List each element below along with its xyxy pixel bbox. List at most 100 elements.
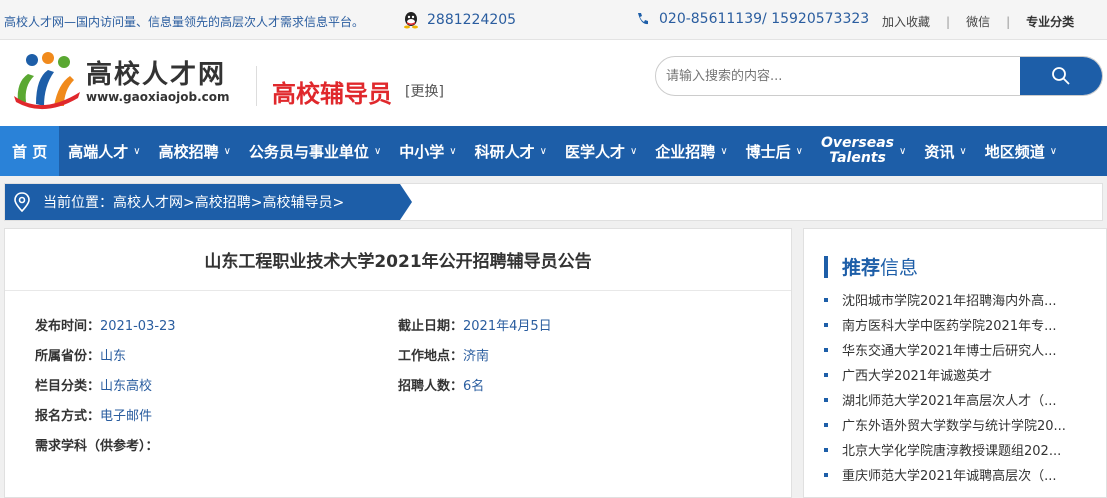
- major-label: 需求学科（供参考）：: [35, 439, 159, 454]
- nav-label: 高端人才: [68, 142, 129, 161]
- apply-method-value: 电子邮件: [100, 409, 153, 424]
- nav-enterprise-recruitment[interactable]: 企业招聘 ∨: [646, 126, 736, 176]
- list-item[interactable]: 重庆师范大学2021年诚聘高层次（...: [824, 462, 1066, 487]
- nav-label: 博士后: [745, 142, 791, 161]
- nav-label-line1: Overseas: [820, 135, 895, 151]
- nav-overseas-talents[interactable]: Overseas Talents ∨: [812, 126, 915, 176]
- location-value[interactable]: 济南: [463, 349, 489, 364]
- nav-label: 资讯: [924, 142, 955, 161]
- phone-icon: [638, 13, 648, 25]
- list-item-text: 广西大学2021年诚邀英才: [842, 369, 993, 384]
- bullet-icon: [824, 297, 828, 302]
- nav-label: 高校招聘: [158, 142, 219, 161]
- heading-marker: [824, 255, 828, 278]
- list-item-text: 沈阳城市学院2021年招聘海内外高...: [842, 294, 1057, 309]
- bullet-icon: [824, 372, 828, 377]
- nav-home[interactable]: 首 页: [0, 126, 60, 176]
- apply-method-row: 报名方式：电子邮件: [35, 405, 152, 424]
- chevron-down-icon: ∨: [720, 145, 728, 157]
- publish-date-value: 2021-03-23: [100, 319, 176, 334]
- breadcrumb: 当前位置：高校人才网>高校招聘>高校辅导员>: [4, 183, 1103, 221]
- list-item-text: 北京大学化学院唐淳教授课题组202...: [842, 444, 1062, 459]
- search-input[interactable]: [656, 57, 1020, 95]
- heading-rest: 信息: [880, 257, 919, 279]
- search-button[interactable]: [1020, 57, 1102, 95]
- article-panel: 山东工程职业技术大学2021年公开招聘辅导员公告 发布时间：2021-03-23…: [4, 228, 792, 498]
- nav-label: 企业招聘: [655, 142, 716, 161]
- list-item[interactable]: 湖北师范大学2021年高层次人才（...: [824, 387, 1066, 412]
- search-box: [655, 56, 1103, 96]
- site-logo[interactable]: 高校人才网 www.gaoxiaojob.com: [12, 52, 230, 112]
- publish-date-row: 发布时间：2021-03-23: [35, 315, 176, 334]
- add-favorite-link[interactable]: 加入收藏: [882, 13, 930, 30]
- site-header: 高校人才网 www.gaoxiaojob.com 高校辅导员 [更换]: [0, 40, 1107, 126]
- list-item[interactable]: 南方医科大学中医药学院2021年专...: [824, 312, 1066, 337]
- nav-regional-channel[interactable]: 地区频道 ∨: [976, 126, 1066, 176]
- logo-url: www.gaoxiaojob.com: [86, 90, 230, 104]
- nav-medical-talent[interactable]: 医学人才 ∨: [556, 126, 646, 176]
- nav-university-recruitment[interactable]: 高校招聘 ∨: [150, 126, 240, 176]
- list-item[interactable]: 沈阳城市学院2021年招聘海内外高...: [824, 287, 1066, 312]
- list-item-text: 广东外语外贸大学数学与统计学院20...: [842, 419, 1066, 434]
- breadcrumb-text[interactable]: 当前位置：高校人才网>高校招聘>高校辅导员>: [43, 192, 344, 212]
- top-bar: 高校人才网—国内访问量、信息量领先的高层次人才需求信息平台。 288122420…: [0, 0, 1107, 40]
- phone-number[interactable]: 020-85611139/ 15920573323: [659, 11, 869, 27]
- header-divider: [256, 66, 257, 106]
- list-item[interactable]: 广西大学2021年诚邀英才: [824, 362, 1066, 387]
- nav-news[interactable]: 资讯 ∨: [915, 126, 975, 176]
- category-row: 栏目分类：山东高校: [35, 375, 152, 394]
- list-item[interactable]: 广东外语外贸大学数学与统计学院20...: [824, 412, 1066, 437]
- logo-title: 高校人才网: [86, 60, 227, 90]
- qq-icon: [404, 12, 418, 29]
- headcount-row: 招聘人数：6名: [398, 375, 484, 394]
- heading-strong: 推荐: [842, 257, 881, 279]
- nav-label-line2: Talents: [829, 150, 886, 166]
- category-label: 栏目分类：: [35, 379, 101, 394]
- nav-label: 医学人才: [564, 142, 625, 161]
- nav-civil-service[interactable]: 公务员与事业单位 ∨: [240, 126, 390, 176]
- nav-label: 公务员与事业单位: [248, 142, 369, 161]
- list-item-text: 华东交通大学2021年博士后研究人...: [842, 344, 1057, 359]
- chevron-down-icon: ∨: [539, 145, 547, 157]
- major-row: 需求学科（供参考）：: [35, 435, 159, 454]
- nav-k12[interactable]: 中小学 ∨: [390, 126, 465, 176]
- deadline-row: 截止日期：2021年4月5日: [398, 315, 552, 334]
- bullet-icon: [824, 422, 828, 427]
- major-category-link[interactable]: 专业分类: [1026, 13, 1074, 30]
- chevron-down-icon: ∨: [959, 145, 967, 157]
- list-item[interactable]: 华东交通大学2021年博士后研究人...: [824, 337, 1066, 362]
- province-row: 所属省份：山东: [35, 345, 126, 364]
- bullet-icon: [824, 347, 828, 352]
- recommend-list: 沈阳城市学院2021年招聘海内外高... 南方医科大学中医药学院2021年专..…: [824, 287, 1066, 487]
- deadline-label: 截止日期：: [398, 319, 464, 334]
- nav-postdoc[interactable]: 博士后 ∨: [737, 126, 812, 176]
- apply-method-label: 报名方式：: [35, 409, 101, 424]
- search-icon: [1052, 67, 1070, 85]
- province-value[interactable]: 山东: [100, 349, 126, 364]
- chevron-down-icon: ∨: [373, 145, 382, 157]
- list-item[interactable]: 北京大学化学院唐淳教授课题组202...: [824, 437, 1066, 462]
- bullet-icon: [824, 397, 828, 402]
- list-item-text: 南方医科大学中医药学院2021年专...: [842, 319, 1057, 334]
- main-nav: 首 页 高端人才 ∨ 高校招聘 ∨ 公务员与事业单位 ∨ 中小学 ∨ 科研人才 ∨ 医学人…: [0, 126, 1107, 176]
- nav-label: 中小学: [399, 142, 445, 161]
- nav-label: 首 页: [12, 142, 48, 161]
- recommend-panel: 推荐 信息 沈阳城市学院2021年招聘海内外高... 南方医科大学中医药学院202…: [803, 228, 1107, 498]
- province-label: 所属省份：: [35, 349, 101, 364]
- separator: |: [946, 14, 951, 29]
- qq-number[interactable]: 2881224205: [427, 12, 516, 28]
- location-pin-icon: [14, 192, 30, 212]
- nav-high-end-talent[interactable]: 高端人才 ∨: [59, 126, 149, 176]
- bullet-icon: [824, 322, 828, 327]
- category-value[interactable]: 山东高校: [100, 379, 152, 394]
- qq-contact[interactable]: 2881224205: [403, 11, 516, 29]
- separator: |: [1006, 14, 1011, 29]
- logo-figures-icon: [14, 52, 80, 110]
- wechat-link[interactable]: 微信: [966, 13, 990, 30]
- headcount-value: 6名: [463, 379, 485, 394]
- nav-research-talent[interactable]: 科研人才 ∨: [466, 126, 556, 176]
- change-channel-link[interactable]: [更换]: [405, 81, 444, 101]
- chevron-down-icon: ∨: [629, 145, 638, 157]
- phone-contact[interactable]: 020-85611139/ 15920573323: [635, 11, 869, 27]
- top-links: 加入收藏 | 微信 | 专业分类: [882, 13, 1074, 30]
